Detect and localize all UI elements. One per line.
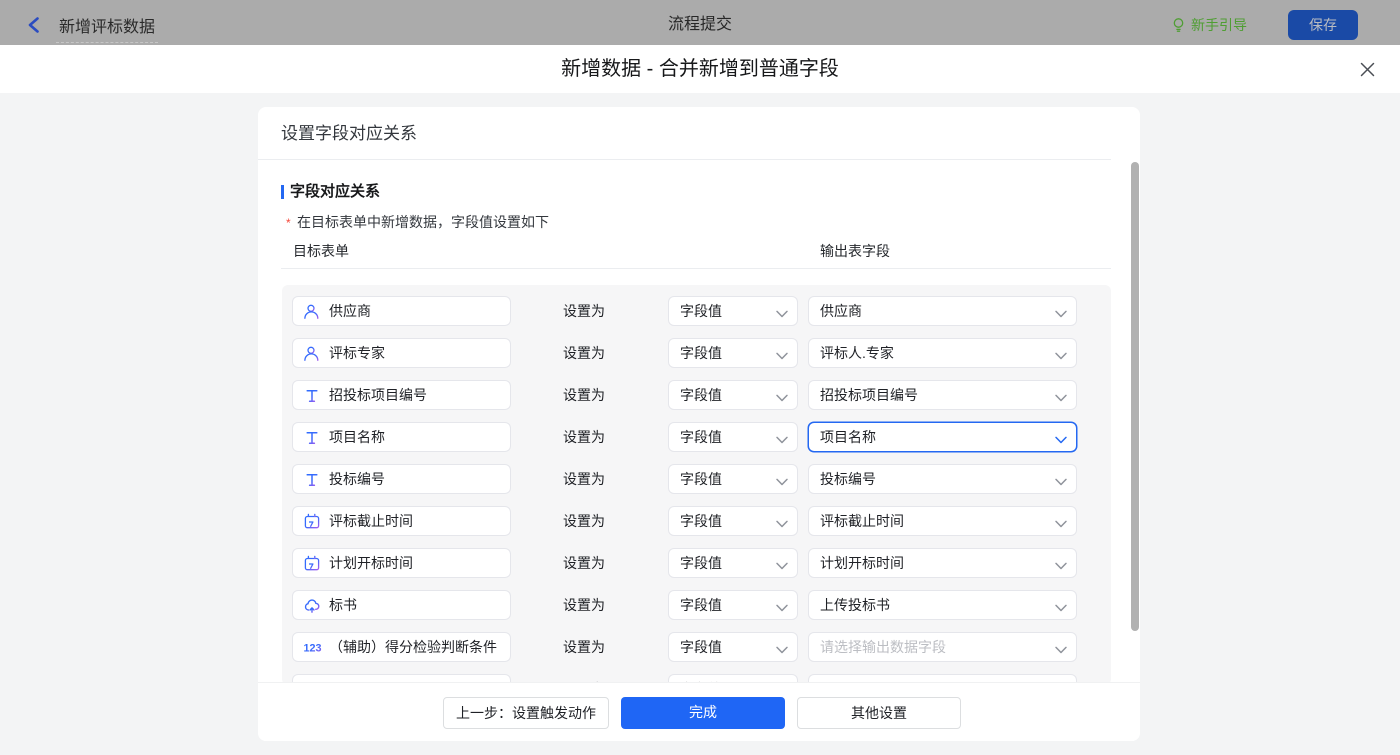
svg-text:123: 123 [304,643,322,655]
